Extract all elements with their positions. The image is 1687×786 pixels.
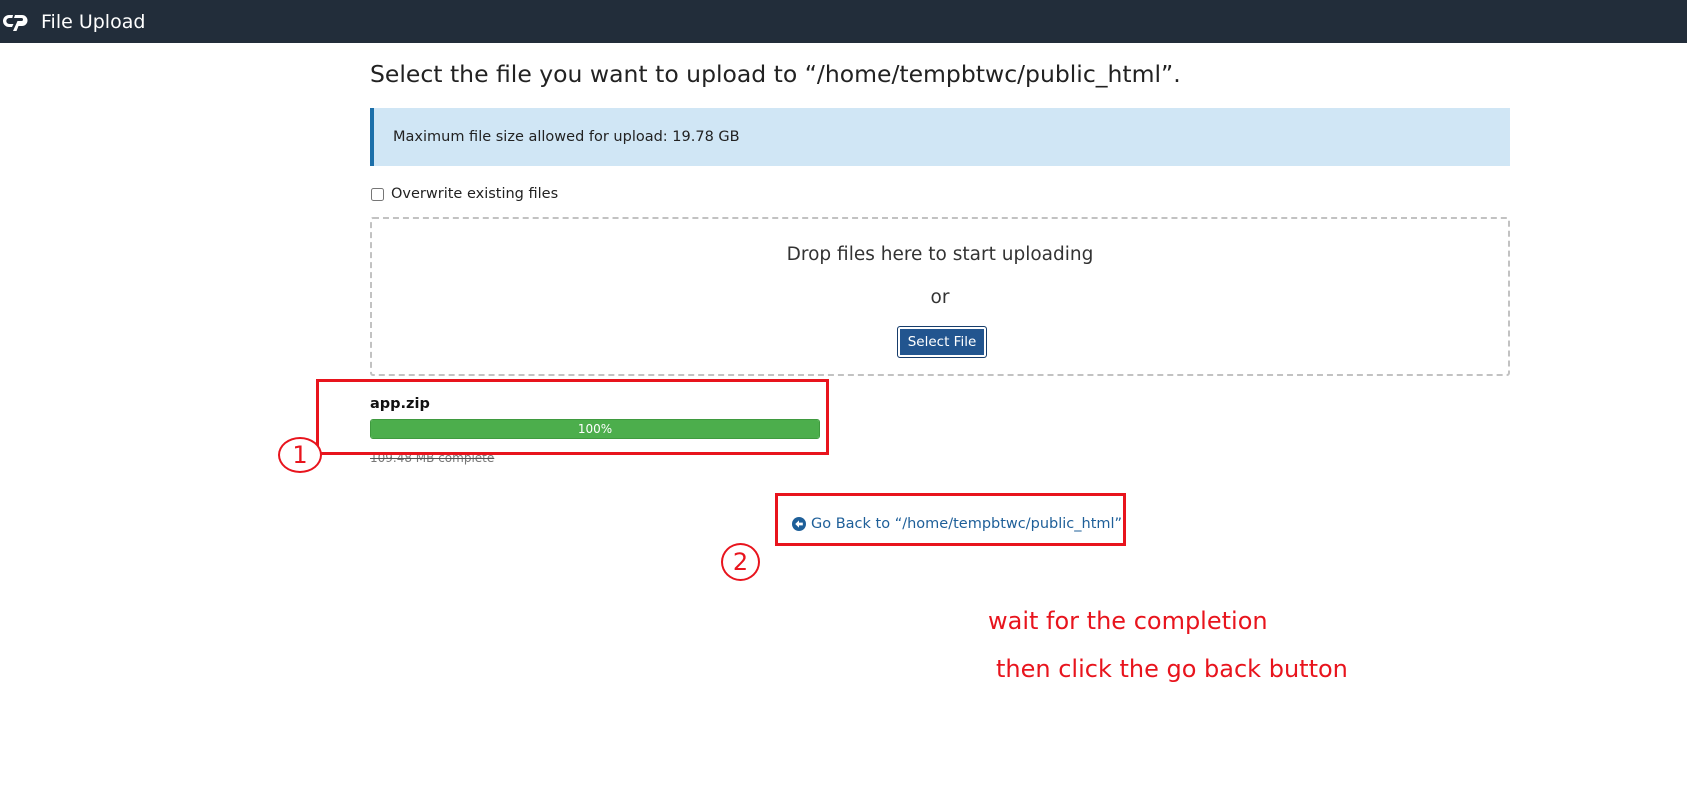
select-file-button[interactable]: Select File [897,326,987,358]
overwrite-label: Overwrite existing files [391,186,559,202]
annotation-note-line-1: wait for the completion [988,607,1268,635]
annotation-note-line-2: then click the go back button [996,655,1348,683]
annotation-marker-2: 2 [721,543,760,581]
drop-zone-or-text: or [930,287,950,308]
max-size-info-alert: Maximum file size allowed for upload: 19… [370,108,1510,166]
overwrite-checkbox[interactable] [371,187,384,201]
annotation-box-progress [316,379,829,455]
top-bar: File Upload [0,0,1687,43]
annotation-box-go-back [775,493,1126,546]
annotation-marker-1: 1 [278,437,322,473]
page-title: Select the file you want to upload to “/… [370,60,1181,88]
cpanel-logo-icon[interactable] [1,10,35,34]
drop-zone-text: Drop files here to start uploading [786,244,1094,265]
app-title: File Upload [41,10,146,33]
overwrite-option[interactable]: Overwrite existing files [370,186,558,202]
max-size-info-text: Maximum file size allowed for upload: 19… [393,129,740,145]
file-drop-zone[interactable]: Drop files here to start uploading or Se… [370,217,1510,376]
